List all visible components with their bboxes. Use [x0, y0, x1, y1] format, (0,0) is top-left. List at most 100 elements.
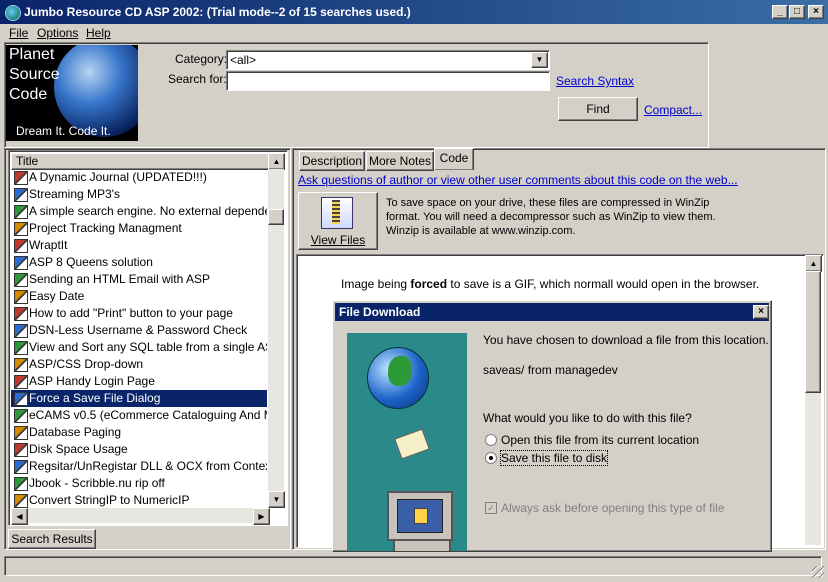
- minimize-button[interactable]: _: [772, 5, 788, 19]
- code-file-icon: [14, 324, 28, 338]
- code-file-icon: [14, 409, 28, 423]
- tab-description-label: Description: [301, 154, 363, 168]
- search-input[interactable]: [226, 71, 550, 91]
- result-item[interactable]: ASP Handy Login Page: [11, 373, 267, 390]
- result-item[interactable]: ASP/CSS Drop-down: [11, 356, 267, 373]
- result-item[interactable]: eCAMS v0.5 (eCommerce Cataloguing And Ma…: [11, 407, 267, 424]
- result-item[interactable]: View and Sort any SQL table from a singl…: [11, 339, 267, 356]
- dialog-title-bar: File Download ×: [335, 303, 769, 321]
- chevron-down-icon[interactable]: ▼: [531, 52, 548, 68]
- radio-open-file[interactable]: [485, 434, 497, 446]
- planet-source-code-logo: Planet Source Code Dream It. Code It.: [6, 45, 138, 141]
- content-scroll-thumb[interactable]: [805, 271, 821, 393]
- result-item[interactable]: A Dynamic Journal (UPDATED!!!): [11, 169, 267, 186]
- result-item-label: A Dynamic Journal (UPDATED!!!): [29, 170, 207, 184]
- result-item[interactable]: Jbook - Scribble.nu rip off: [11, 475, 267, 492]
- result-item[interactable]: Regsitar/UnRegistar DLL & OCX from Conte…: [11, 458, 267, 475]
- resize-grip-icon[interactable]: [812, 566, 824, 578]
- result-item[interactable]: ASP 8 Queens solution: [11, 254, 267, 271]
- code-file-icon: [14, 188, 28, 202]
- compact-link[interactable]: Compact...: [644, 103, 702, 117]
- result-item[interactable]: Sending an HTML Email with ASP: [11, 271, 267, 288]
- result-item-label: Sending an HTML Email with ASP: [29, 272, 210, 286]
- dialog-location: saveas/ from managedev: [483, 363, 618, 377]
- category-value: <all>: [230, 53, 257, 67]
- result-item[interactable]: Project Tracking Managment: [11, 220, 267, 237]
- tab-code[interactable]: Code: [434, 148, 474, 170]
- download-illustration: [347, 333, 467, 551]
- menu-file[interactable]: File: [9, 26, 28, 40]
- tab-search-results-label: Search Results: [11, 532, 93, 546]
- ask-questions-link[interactable]: Ask questions of author or view other us…: [298, 173, 738, 187]
- result-item[interactable]: WraptIt: [11, 237, 267, 254]
- code-file-icon: [14, 375, 28, 389]
- results-list[interactable]: Title ▲ A Dynamic Journal (UPDATED!!!) St…: [8, 150, 288, 526]
- zip-note: To save space on your drive, these files…: [386, 197, 716, 237]
- tab-search-results[interactable]: Search Results: [8, 529, 96, 549]
- option-open-label[interactable]: Open this file from its current location: [501, 433, 699, 447]
- scroll-down-icon[interactable]: ▼: [268, 491, 285, 508]
- find-button[interactable]: Find: [558, 97, 638, 121]
- logo-line-2: Source: [9, 66, 60, 83]
- result-item-label: Convert StringIP to NumericIP: [29, 493, 190, 507]
- code-file-icon: [14, 426, 28, 440]
- horizontal-scrollbar[interactable]: [11, 508, 268, 523]
- radio-save-file[interactable]: [485, 452, 497, 464]
- globe-icon: [367, 347, 429, 409]
- search-label: Search for:: [168, 72, 227, 86]
- result-item[interactable]: Database Paging: [11, 424, 267, 441]
- result-item[interactable]: A simple search engine. No external depe…: [11, 203, 267, 220]
- result-item-label: Jbook - Scribble.nu rip off: [29, 476, 165, 490]
- vertical-scroll-thumb[interactable]: [268, 209, 284, 225]
- file-download-dialog: File Download × You have chosen to downl…: [332, 300, 772, 552]
- computer-icon: [387, 491, 453, 541]
- code-file-icon: [14, 273, 28, 287]
- result-item-label: Regsitar/UnRegistar DLL & OCX from Conte…: [29, 459, 267, 473]
- lock-icon: [414, 508, 428, 524]
- maximize-button[interactable]: □: [789, 5, 805, 19]
- code-file-icon: [14, 222, 28, 236]
- result-item-label: A simple search engine. No external depe…: [29, 204, 267, 218]
- result-item[interactable]: Streaming MP3's: [11, 186, 267, 203]
- search-syntax-link[interactable]: Search Syntax: [556, 74, 634, 88]
- view-files-button[interactable]: View Files: [298, 192, 378, 250]
- menu-help[interactable]: Help: [86, 26, 111, 40]
- status-bar: [4, 556, 822, 576]
- winzip-icon: [321, 197, 353, 229]
- code-file-icon: [14, 494, 28, 508]
- content-text-after: to save is a GIF, which normall would op…: [447, 277, 760, 291]
- code-file-icon: [14, 290, 28, 304]
- view-files-label: View Files: [310, 233, 366, 247]
- result-item[interactable]: Convert StringIP to NumericIP: [11, 492, 267, 509]
- code-file-icon: [14, 460, 28, 474]
- result-item[interactable]: Disk Space Usage: [11, 441, 267, 458]
- option-save-label[interactable]: Save this file to disk: [499, 450, 609, 466]
- result-item[interactable]: DSN-Less Username & Password Check: [11, 322, 267, 339]
- result-item[interactable]: Force a Save File Dialog: [11, 390, 267, 407]
- content-text-bold: forced: [410, 277, 448, 291]
- always-ask-checkbox[interactable]: ✓: [485, 502, 497, 514]
- content-scroll-up-icon[interactable]: ▲: [805, 255, 822, 272]
- always-ask-label[interactable]: Always ask before opening this type of f…: [501, 501, 724, 515]
- menu-options[interactable]: Options: [37, 26, 78, 40]
- result-item-label: eCAMS v0.5 (eCommerce Cataloguing And Ma…: [29, 408, 267, 422]
- window-title: Jumbo Resource CD ASP 2002: (Trial mode-…: [24, 5, 411, 19]
- logo-tagline: Dream It. Code It.: [16, 124, 111, 138]
- vertical-scrollbar[interactable]: [268, 169, 284, 505]
- result-item-label: Easy Date: [29, 289, 85, 303]
- result-item-label: How to add "Print" button to your page: [29, 306, 233, 320]
- scroll-right-icon[interactable]: ▶: [253, 508, 270, 525]
- category-label: Category:: [175, 52, 228, 66]
- tab-more-notes[interactable]: More Notes: [366, 151, 434, 171]
- dialog-close-button[interactable]: ×: [753, 305, 769, 319]
- content-vertical-scrollbar[interactable]: ▲: [805, 255, 822, 545]
- scroll-left-icon[interactable]: ◀: [11, 508, 28, 525]
- close-button[interactable]: ×: [808, 5, 824, 19]
- result-item[interactable]: Easy Date: [11, 288, 267, 305]
- category-select[interactable]: <all> ▼: [226, 50, 550, 70]
- tab-description[interactable]: Description: [299, 151, 365, 171]
- result-item[interactable]: How to add "Print" button to your page: [11, 305, 267, 322]
- tab-code-label: Code: [439, 151, 469, 165]
- scroll-up-icon[interactable]: ▲: [268, 153, 285, 170]
- column-header-title[interactable]: Title: [11, 153, 274, 170]
